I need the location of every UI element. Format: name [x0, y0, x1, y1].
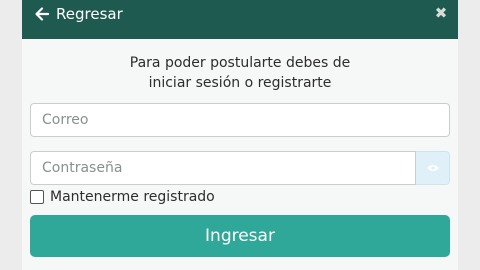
backdrop-left: [0, 0, 22, 270]
password-field[interactable]: [30, 151, 416, 185]
close-icon[interactable]: ✖: [434, 5, 448, 21]
remember-label: Mantenerme registrado: [50, 189, 215, 205]
arrow-left-icon: [35, 7, 50, 21]
backdrop-right: [458, 0, 480, 270]
login-modal: Regresar ✖ Para poder postularte debes d…: [22, 0, 458, 270]
prompt-line-2: iniciar sesión o registrarte: [148, 75, 332, 91]
back-button[interactable]: Regresar: [34, 4, 123, 24]
back-button-label: Regresar: [56, 5, 123, 23]
toggle-password-button[interactable]: [416, 151, 450, 185]
email-field[interactable]: [30, 103, 450, 137]
remember-me: Mantenerme registrado: [30, 188, 215, 206]
eye-icon: [426, 165, 439, 171]
remember-checkbox[interactable]: [30, 190, 44, 204]
login-prompt: Para poder postularte debes de iniciar s…: [22, 53, 458, 93]
modal-header: Regresar ✖: [22, 0, 458, 39]
login-button[interactable]: Ingresar: [30, 215, 450, 257]
prompt-line-1: Para poder postularte debes de: [129, 55, 351, 71]
